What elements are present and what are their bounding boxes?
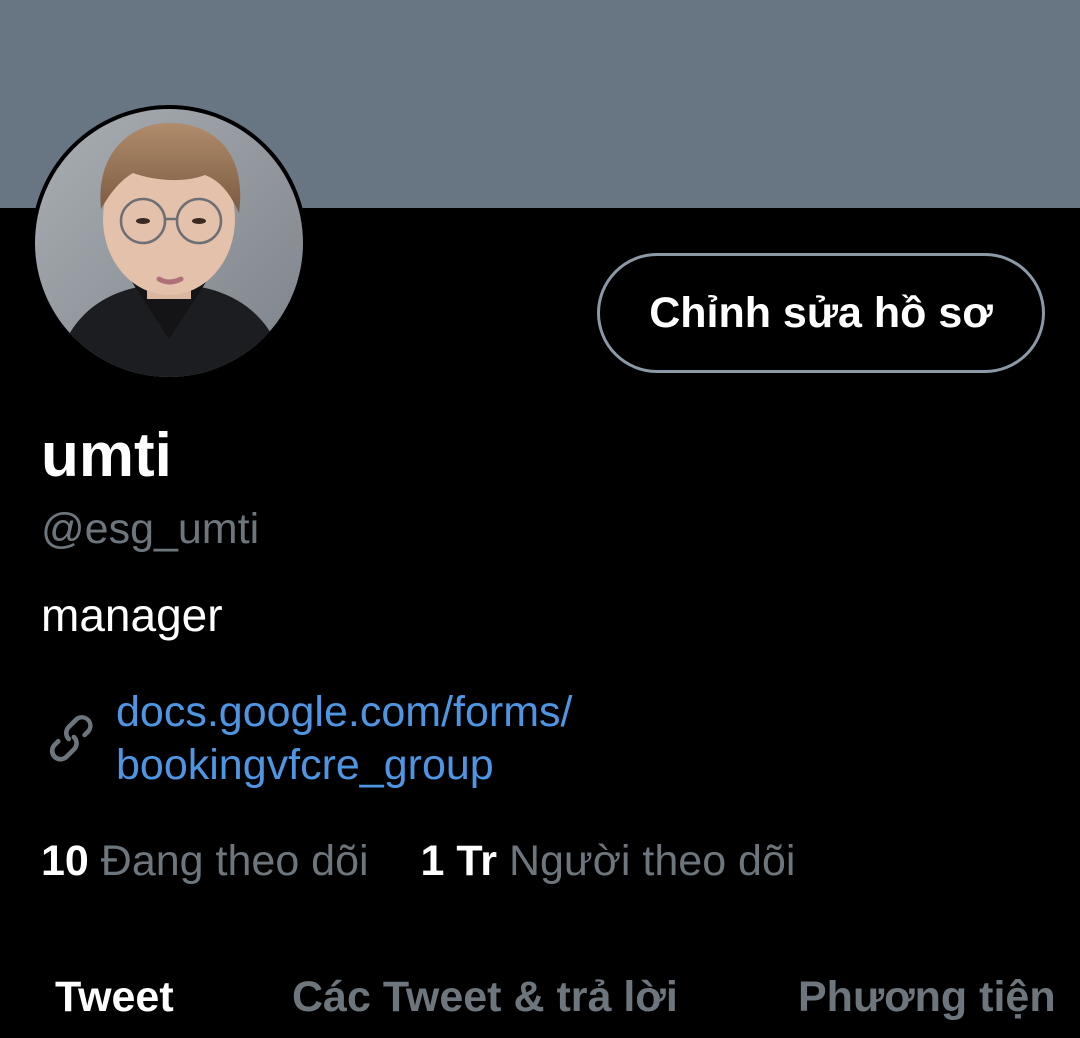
user-handle: @esg_umti (41, 505, 260, 553)
following-label: Đang theo dõi (100, 837, 369, 885)
profile-bio: manager (41, 589, 223, 641)
profile-page: Chỉnh sửa hồ sơ umti @esg_umti manager d… (0, 0, 1080, 1038)
followers-label: Người theo dõi (508, 837, 796, 885)
link-icon (49, 715, 93, 762)
following-stat[interactable]: 10 Đang theo dõi (41, 834, 369, 888)
tab-media[interactable]: Phương tiện (798, 965, 1056, 1029)
profile-link-line1: docs.google.com/forms/ (116, 688, 573, 736)
followers-stat[interactable]: 1 Tr Người theo dõi (421, 834, 796, 888)
following-count: 10 (41, 837, 89, 885)
tab-tweets-and-replies[interactable]: Các Tweet & trả lời (292, 965, 678, 1029)
profile-link[interactable]: docs.google.com/forms/ bookingvfcre_grou… (116, 686, 572, 792)
display-name: umti (41, 421, 172, 490)
followers-count: 1 Tr (420, 837, 498, 885)
edit-profile-button[interactable]: Chỉnh sửa hồ sơ (597, 253, 1045, 373)
tab-tweets[interactable]: Tweet (55, 965, 174, 1029)
follow-stats: 10 Đang theo dõi 1 Tr Người theo dõi (41, 834, 795, 888)
profile-tabs: Tweet Các Tweet & trả lời Phương tiện (0, 965, 1080, 1038)
profile-link-line2: bookingvfcre_group (116, 741, 494, 789)
avatar-image (35, 109, 303, 377)
avatar[interactable] (31, 105, 307, 381)
